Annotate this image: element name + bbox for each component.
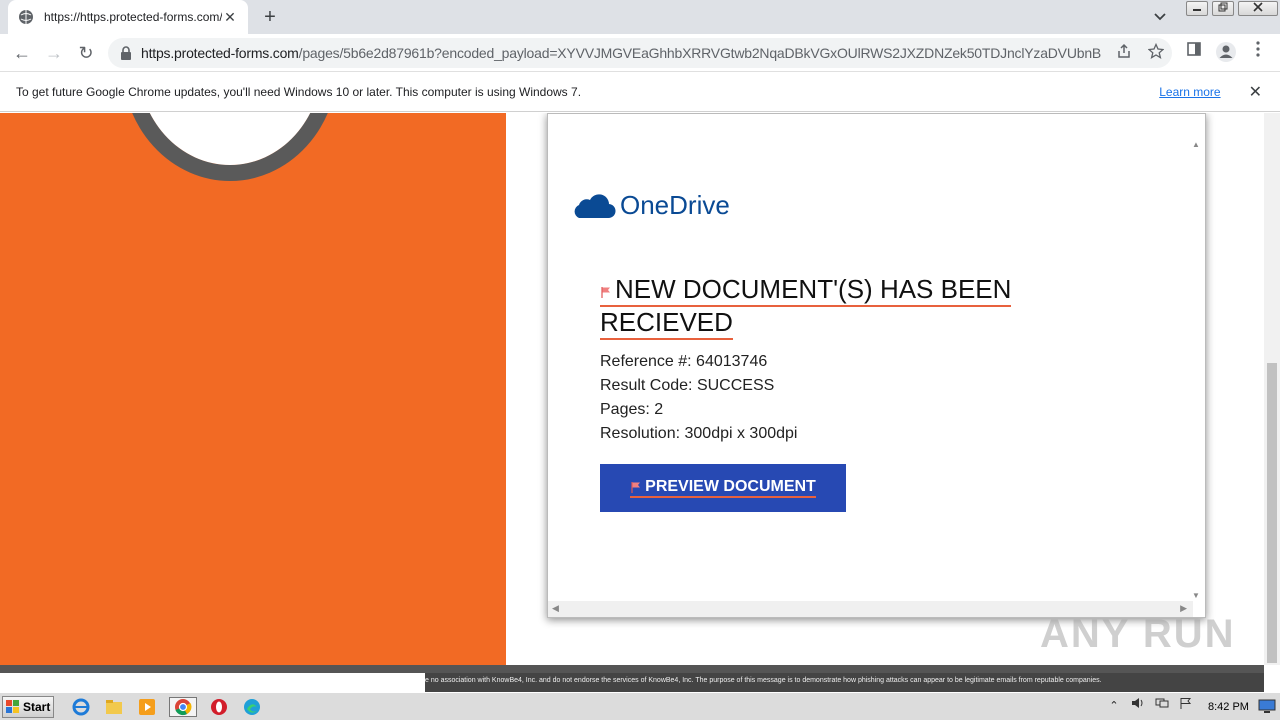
minimize-icon	[1193, 9, 1201, 11]
share-icon[interactable]	[1114, 43, 1134, 63]
tab-title: https://https.protected-forms.com/p	[44, 10, 222, 24]
infobar-close-icon[interactable]: ✕	[1249, 82, 1262, 102]
bookmark-star-icon[interactable]	[1146, 42, 1166, 63]
heading-line-1: NEW DOCUMENT'(S) HAS BEEN	[600, 274, 1012, 307]
flag-icon	[601, 287, 610, 298]
page-vertical-scrollbar[interactable]	[1264, 113, 1280, 665]
card-vertical-scrollbar[interactable]: ▲ ▼	[1191, 140, 1201, 600]
update-infobar: To get future Google Chrome updates, you…	[0, 72, 1280, 112]
document-card: OneDrive NEW DOCUMENT'(S) HAS BEEN RECIE…	[547, 113, 1206, 618]
url-path: /pages/5b6e2d87961b?encoded_payload=XYVV…	[298, 45, 1101, 61]
restore-icon	[1218, 2, 1228, 12]
tab-close-icon[interactable]: ✕	[222, 9, 238, 26]
reload-button[interactable]: ↻	[74, 41, 98, 65]
volume-icon[interactable]	[1128, 697, 1148, 715]
forward-button[interactable]: →	[42, 41, 66, 65]
page-count: Pages: 2	[600, 401, 664, 418]
scrollbar-thumb[interactable]	[1267, 363, 1277, 663]
monitor-icon[interactable]	[1258, 697, 1276, 715]
anyrun-watermark: ANY RUN	[1040, 612, 1236, 656]
window-controls	[1182, 1, 1278, 16]
network-icon[interactable]	[1152, 697, 1172, 715]
lock-icon[interactable]	[120, 46, 132, 60]
onedrive-brand: OneDrive	[570, 190, 730, 221]
page-viewport: OneDrive NEW DOCUMENT'(S) HAS BEEN RECIE…	[0, 113, 1264, 665]
result-code: Result Code: SUCCESS	[600, 377, 775, 394]
logo-fragment-icon	[132, 113, 328, 181]
preview-button-content: PREVIEW DOCUMENT	[630, 478, 816, 498]
preview-document-button[interactable]: PREVIEW DOCUMENT	[600, 464, 846, 512]
tray-expand-icon[interactable]: ⌃	[1104, 697, 1124, 715]
minimize-button[interactable]	[1186, 1, 1208, 16]
onedrive-cloud-icon	[574, 193, 616, 218]
orange-side-panel	[0, 113, 506, 665]
file-explorer-icon[interactable]	[103, 697, 125, 717]
chevron-down-icon[interactable]	[1150, 8, 1170, 26]
start-label: Start	[23, 700, 51, 714]
system-tray: ⌃	[1104, 697, 1200, 715]
url-host: https.protected-forms.com	[141, 45, 299, 61]
reference-number: Reference #: 64013746	[600, 353, 768, 370]
browser-tab[interactable]: https://https.protected-forms.com/p ✕	[8, 0, 248, 34]
opera-icon[interactable]	[208, 697, 230, 717]
notice-heading: NEW DOCUMENT'(S) HAS BEEN RECIEVED	[600, 274, 1080, 340]
resolution: Resolution: 300dpi x 300dpi	[600, 425, 798, 442]
close-icon	[1253, 2, 1263, 12]
browser-toolbar: ← → ↻ https.protected-forms.com/pages/5b…	[0, 34, 1280, 72]
restore-button[interactable]	[1212, 1, 1234, 16]
scroll-down-arrow-icon[interactable]: ▼	[1192, 591, 1200, 600]
learn-more-link[interactable]: Learn more	[1159, 85, 1220, 99]
document-details: Reference #: 64013746 Result Code: SUCCE…	[600, 350, 797, 446]
internet-explorer-icon[interactable]	[70, 697, 92, 717]
tab-strip: https://https.protected-forms.com/p ✕ +	[0, 0, 1280, 34]
start-button[interactable]: Start	[2, 696, 54, 718]
footer-blank-area	[0, 673, 425, 692]
url-text: https.protected-forms.com/pages/5b6e2d87…	[141, 45, 1101, 61]
onedrive-brand-name: OneDrive	[620, 190, 730, 220]
taskbar-clock: 8:42 PM	[1208, 701, 1249, 713]
footer-divider	[0, 665, 1264, 673]
edge-icon[interactable]	[241, 697, 263, 717]
chrome-taskbar-icon[interactable]	[169, 697, 197, 717]
menu-kebab-icon[interactable]	[1246, 41, 1270, 65]
new-tab-button[interactable]: +	[258, 6, 282, 28]
window-close-button[interactable]	[1238, 1, 1278, 16]
windows-logo-icon	[6, 700, 19, 713]
page-footer: e no association with KnowBe4, Inc. and …	[0, 673, 1264, 692]
media-player-icon[interactable]	[136, 697, 158, 717]
scroll-up-arrow-icon[interactable]: ▲	[1192, 140, 1200, 149]
preview-button-label: PREVIEW DOCUMENT	[645, 478, 816, 495]
heading-line-2: RECIEVED	[600, 307, 733, 340]
scroll-left-arrow-icon[interactable]: ◀	[552, 603, 559, 614]
side-panel-icon[interactable]	[1182, 41, 1206, 65]
profile-avatar-icon[interactable]	[1214, 41, 1238, 65]
heading-line-1-text: NEW DOCUMENT'(S) HAS BEEN	[615, 274, 1012, 304]
address-bar[interactable]: https.protected-forms.com/pages/5b6e2d87…	[108, 38, 1172, 68]
globe-icon	[19, 10, 33, 24]
action-center-flag-icon[interactable]	[1176, 697, 1196, 715]
footer-disclaimer: e no association with KnowBe4, Inc. and …	[425, 677, 1102, 684]
flag-icon	[631, 482, 641, 493]
windows-taskbar: Start ⌃ 8:42 PM	[0, 692, 1280, 720]
infobar-message: To get future Google Chrome updates, you…	[16, 84, 582, 99]
back-button[interactable]: ←	[10, 41, 34, 65]
pinned-apps	[70, 697, 274, 717]
